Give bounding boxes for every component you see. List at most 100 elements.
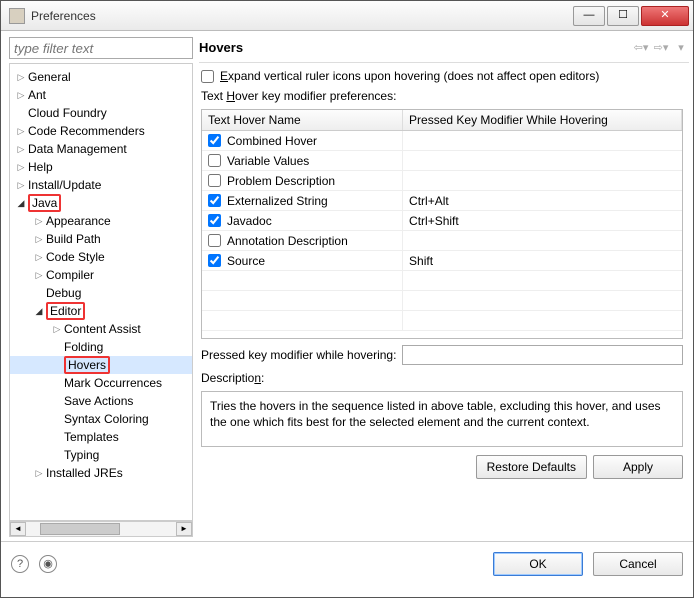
expand-option[interactable]: Expand vertical ruler icons upon hoverin… xyxy=(201,69,683,83)
row-checkbox[interactable] xyxy=(208,234,221,247)
tree-item-label: Installed JREs xyxy=(46,466,123,480)
hover-table[interactable]: Text Hover Name Pressed Key Modifier Whi… xyxy=(201,109,683,339)
table-row[interactable]: Combined Hover xyxy=(202,131,682,151)
row-modifier xyxy=(403,131,682,151)
tree-item-ant[interactable]: ▷Ant xyxy=(10,86,192,104)
tree-item-build-path[interactable]: ▷Build Path xyxy=(10,230,192,248)
tree-item-compiler[interactable]: ▷Compiler xyxy=(10,266,192,284)
row-checkbox[interactable] xyxy=(208,134,221,147)
tree-item-typing[interactable]: Typing xyxy=(10,446,192,464)
expand-label: Expand vertical ruler icons upon hoverin… xyxy=(220,69,599,83)
row-checkbox[interactable] xyxy=(208,174,221,187)
tree-item-debug[interactable]: Debug xyxy=(10,284,192,302)
table-label: Text Hover key modifier preferences: xyxy=(201,89,683,103)
chevron-right-icon[interactable]: ▷ xyxy=(32,270,46,281)
chevron-right-icon[interactable]: ▷ xyxy=(32,252,46,263)
tree-item-label: Save Actions xyxy=(64,394,133,408)
back-icon[interactable]: ⇦▾ xyxy=(633,41,649,55)
status-icon[interactable]: ◉ xyxy=(39,555,57,573)
row-name: Externalized String xyxy=(227,194,328,208)
tree-item-templates[interactable]: Templates xyxy=(10,428,192,446)
ok-button[interactable]: OK xyxy=(493,552,583,576)
window-icon xyxy=(9,8,25,24)
tree-item-help[interactable]: ▷Help xyxy=(10,158,192,176)
table-row[interactable]: SourceShift xyxy=(202,251,682,271)
scroll-right-icon[interactable]: ► xyxy=(176,522,192,536)
tree-item-label: Compiler xyxy=(46,268,94,282)
close-button[interactable]: ✕ xyxy=(641,6,689,26)
col-name-header[interactable]: Text Hover Name xyxy=(202,110,403,131)
expand-checkbox[interactable] xyxy=(201,70,214,83)
tree-item-label: Java xyxy=(28,194,61,212)
sidebar: ▷General▷AntCloud Foundry▷Code Recommend… xyxy=(9,37,193,537)
chevron-down-icon[interactable]: ◢ xyxy=(14,198,28,209)
table-row[interactable]: Externalized String Ctrl+Alt xyxy=(202,191,682,211)
chevron-right-icon[interactable]: ▷ xyxy=(14,180,28,191)
chevron-right-icon[interactable]: ▷ xyxy=(14,126,28,137)
scroll-track[interactable] xyxy=(26,522,176,536)
tree-item-data-management[interactable]: ▷Data Management xyxy=(10,140,192,158)
tree-item-label: Data Management xyxy=(28,142,127,156)
pressed-input[interactable] xyxy=(402,345,683,365)
row-checkbox[interactable] xyxy=(208,154,221,167)
tree-item-folding[interactable]: Folding xyxy=(10,338,192,356)
chevron-right-icon[interactable]: ▷ xyxy=(32,216,46,227)
row-modifier: Ctrl+Alt xyxy=(403,191,682,211)
cancel-button[interactable]: Cancel xyxy=(593,552,683,576)
row-checkbox[interactable] xyxy=(208,254,221,267)
tree-item-mark-occurrences[interactable]: Mark Occurrences xyxy=(10,374,192,392)
horizontal-scrollbar[interactable]: ◄ ► xyxy=(9,521,193,537)
tree-item-label: Mark Occurrences xyxy=(64,376,162,390)
tree-item-code-recommenders[interactable]: ▷Code Recommenders xyxy=(10,122,192,140)
scroll-thumb[interactable] xyxy=(40,523,120,535)
table-row[interactable]: Annotation Description xyxy=(202,231,682,251)
tree-item-label: Ant xyxy=(28,88,46,102)
chevron-right-icon[interactable]: ▷ xyxy=(32,234,46,245)
row-name: Source xyxy=(227,254,265,268)
apply-button[interactable]: Apply xyxy=(593,455,683,479)
row-checkbox[interactable] xyxy=(208,194,221,207)
minimize-button[interactable]: — xyxy=(573,6,605,26)
chevron-right-icon[interactable]: ▷ xyxy=(32,468,46,479)
tree-item-code-style[interactable]: ▷Code Style xyxy=(10,248,192,266)
scroll-left-icon[interactable]: ◄ xyxy=(10,522,26,536)
tree-item-editor[interactable]: ◢Editor xyxy=(10,302,192,320)
restore-defaults-button[interactable]: Restore Defaults xyxy=(476,455,587,479)
preferences-tree[interactable]: ▷General▷AntCloud Foundry▷Code Recommend… xyxy=(9,63,193,521)
tree-item-installed-jres[interactable]: ▷Installed JREs xyxy=(10,464,192,482)
table-row[interactable]: Variable Values xyxy=(202,151,682,171)
help-icon[interactable]: ? xyxy=(11,555,29,573)
tree-item-general[interactable]: ▷General xyxy=(10,68,192,86)
table-row[interactable]: JavadocCtrl+Shift xyxy=(202,211,682,231)
chevron-down-icon[interactable]: ◢ xyxy=(32,306,46,317)
chevron-right-icon[interactable]: ▷ xyxy=(14,162,28,173)
chevron-right-icon[interactable]: ▷ xyxy=(50,324,64,335)
description-box: Tries the hovers in the sequence listed … xyxy=(201,391,683,447)
table-row[interactable]: Problem Description xyxy=(202,171,682,191)
forward-icon[interactable]: ⇨▾ xyxy=(653,41,669,55)
tree-item-hovers[interactable]: Hovers xyxy=(10,356,192,374)
tree-item-label: Syntax Coloring xyxy=(64,412,149,426)
tree-item-label: Help xyxy=(28,160,53,174)
chevron-right-icon[interactable]: ▷ xyxy=(14,90,28,101)
tree-item-appearance[interactable]: ▷Appearance xyxy=(10,212,192,230)
tree-item-save-actions[interactable]: Save Actions xyxy=(10,392,192,410)
tree-item-label: General xyxy=(28,70,71,84)
row-checkbox[interactable] xyxy=(208,214,221,227)
chevron-right-icon[interactable]: ▷ xyxy=(14,144,28,155)
row-modifier: Ctrl+Shift xyxy=(403,211,682,231)
tree-item-label: Debug xyxy=(46,286,81,300)
tree-item-content-assist[interactable]: ▷Content Assist xyxy=(10,320,192,338)
chevron-right-icon[interactable]: ▷ xyxy=(14,72,28,83)
tree-item-cloud-foundry[interactable]: Cloud Foundry xyxy=(10,104,192,122)
maximize-button[interactable]: ☐ xyxy=(607,6,639,26)
tree-item-syntax-coloring[interactable]: Syntax Coloring xyxy=(10,410,192,428)
tree-item-java[interactable]: ◢Java xyxy=(10,194,192,212)
filter-input[interactable] xyxy=(9,37,193,59)
titlebar: Preferences — ☐ ✕ xyxy=(1,1,693,31)
tree-item-install-update[interactable]: ▷Install/Update xyxy=(10,176,192,194)
menu-icon[interactable]: ▾ xyxy=(673,41,689,55)
tree-item-label: Appearance xyxy=(46,214,111,228)
col-mod-header[interactable]: Pressed Key Modifier While Hovering xyxy=(403,110,682,131)
footer: ? ◉ OK Cancel xyxy=(1,541,693,585)
